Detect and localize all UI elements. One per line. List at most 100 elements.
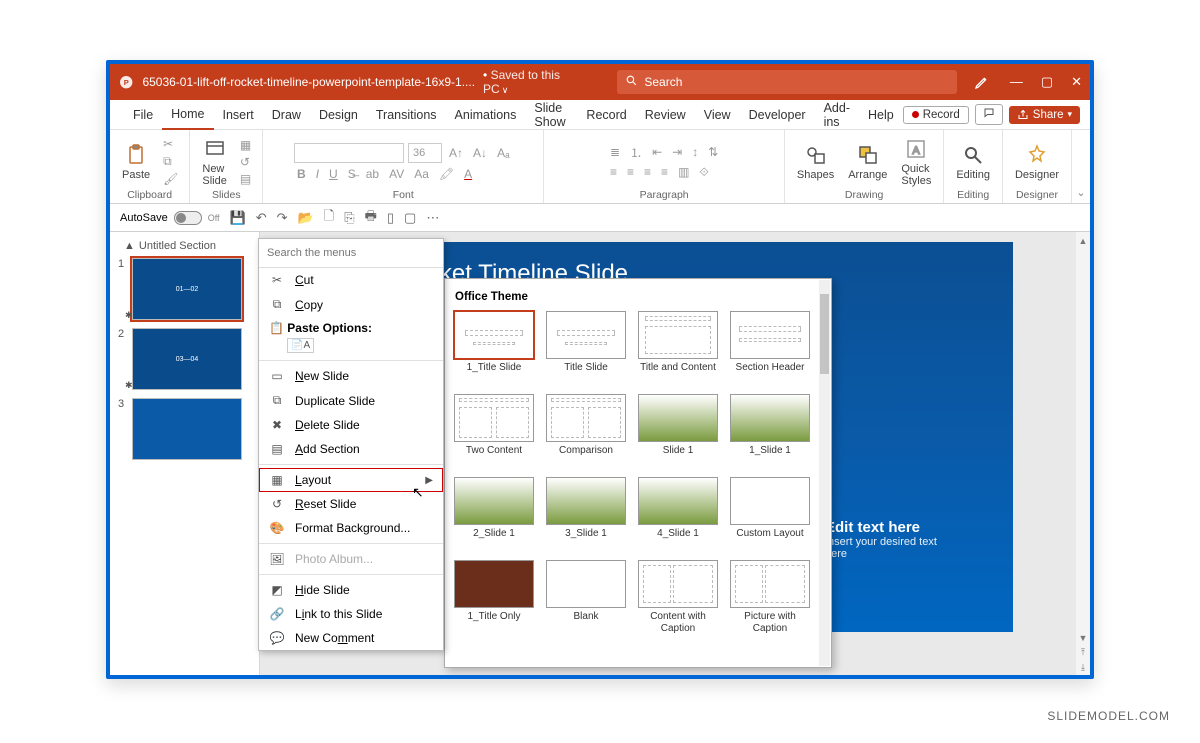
cut-icon[interactable]: ✂ <box>160 137 181 151</box>
layout-option[interactable]: Two Content <box>453 394 535 467</box>
tab-help[interactable]: Help <box>859 100 903 130</box>
record-button[interactable]: Record <box>903 106 969 124</box>
bold-button[interactable]: B <box>294 167 309 181</box>
spacing-icon[interactable]: AV <box>386 167 407 181</box>
layout-option[interactable]: Slide 1 <box>637 394 719 467</box>
layout-option[interactable]: 1_Title Slide <box>453 311 535 384</box>
pen-icon[interactable] <box>973 73 989 91</box>
layout-option[interactable]: Comparison <box>545 394 627 467</box>
italic-button[interactable]: I <box>313 167 322 181</box>
shadow-button[interactable]: ab <box>363 167 382 181</box>
search-input[interactable]: Search <box>617 70 957 94</box>
arrange-button[interactable]: Arrange <box>844 141 891 183</box>
bullets-icon[interactable]: ≣ <box>607 145 623 159</box>
scroll-up-icon[interactable]: ▲ <box>1079 236 1088 246</box>
tab-view[interactable]: View <box>695 100 740 130</box>
tab-developer[interactable]: Developer <box>740 100 815 130</box>
ctx-cut[interactable]: ✂Cut <box>259 268 443 292</box>
ctx-add-section[interactable]: ▤Add Section <box>259 437 443 461</box>
align-center-icon[interactable]: ≡ <box>624 165 637 179</box>
more-icon[interactable]: ⋯ <box>426 210 439 226</box>
undo-icon[interactable]: ↶ <box>256 210 267 226</box>
ctx-reset-slide[interactable]: ↺Reset Slide <box>259 492 443 516</box>
ctx-copy[interactable]: ⧉Copy <box>259 292 443 317</box>
autosave-toggle[interactable]: AutoSave Off <box>120 211 220 225</box>
save-icon[interactable]: 💾 <box>230 210 246 226</box>
redo-icon[interactable]: ↷ <box>277 210 288 226</box>
new-icon[interactable]: 🗋 <box>324 207 334 229</box>
vertical-scrollbar[interactable]: ▲ ▼ ⤒ ⤓ <box>1076 232 1090 677</box>
thumbnail-3[interactable] <box>132 398 242 460</box>
layout-option[interactable]: Blank <box>545 560 627 633</box>
reset-icon[interactable]: ↺ <box>237 155 254 169</box>
new-slide-button[interactable]: New Slide <box>198 135 230 189</box>
convert-smartart-icon[interactable]: ⟐ <box>696 165 711 180</box>
ctx-delete-slide[interactable]: ✖Delete Slide <box>259 413 443 437</box>
layout-option[interactable]: 2_Slide 1 <box>453 477 535 550</box>
numbering-icon[interactable]: ⒈ <box>627 144 645 161</box>
tab-insert[interactable]: Insert <box>214 100 263 130</box>
copy-icon[interactable]: ⧉ <box>160 154 181 169</box>
align-left-icon[interactable]: ≡ <box>607 165 620 179</box>
format-painter-icon[interactable]: 🖌 <box>160 172 181 186</box>
layout-option[interactable]: Title and Content <box>637 311 719 384</box>
font-size-input[interactable] <box>408 143 442 163</box>
align-right-icon[interactable]: ≡ <box>641 165 654 179</box>
tab-transitions[interactable]: Transitions <box>367 100 446 130</box>
clear-format-icon[interactable]: Aₐ <box>494 146 512 160</box>
tab-file[interactable]: File <box>124 100 162 130</box>
tab-animations[interactable]: Animations <box>446 100 526 130</box>
strike-button[interactable]: S̶ <box>345 167 359 181</box>
scroll-down-icon[interactable]: ▼ <box>1079 633 1088 643</box>
maximize-button[interactable]: ▢ <box>1041 74 1053 90</box>
tab-record[interactable]: Record <box>577 100 635 130</box>
layout-option[interactable]: 1_Title Only <box>453 560 535 633</box>
indent-dec-icon[interactable]: ⇤ <box>649 145 665 159</box>
tab-home[interactable]: Home <box>162 100 213 130</box>
thumbnail-2[interactable]: 03—04 ✱ <box>132 328 242 390</box>
layout-option[interactable]: Section Header <box>729 311 811 384</box>
layout-option[interactable]: Content with Caption <box>637 560 719 633</box>
font-name-input[interactable] <box>294 143 404 163</box>
minimize-button[interactable]: — <box>1010 74 1023 90</box>
decrease-font-icon[interactable]: A↓ <box>470 146 490 160</box>
line-spacing-icon[interactable]: ↕ <box>689 145 701 159</box>
layout-option[interactable]: 4_Slide 1 <box>637 477 719 550</box>
present-icon[interactable]: ▯ <box>387 210 394 226</box>
increase-font-icon[interactable]: A↑ <box>446 146 466 160</box>
paste-button[interactable]: Paste <box>118 141 154 183</box>
print-icon[interactable]: 🖶 <box>365 207 377 229</box>
layout-option[interactable]: 3_Slide 1 <box>545 477 627 550</box>
tab-slideshow[interactable]: Slide Show <box>525 100 577 130</box>
section-icon[interactable]: ▤ <box>237 172 254 186</box>
tab-design[interactable]: Design <box>310 100 367 130</box>
ctx-layout[interactable]: ▦Layout▶ <box>259 468 443 492</box>
shapes-button[interactable]: Shapes <box>793 141 838 183</box>
editing-button[interactable]: Editing <box>952 141 994 183</box>
from-begin-icon[interactable]: ▢ <box>404 210 416 226</box>
ctx-format-background[interactable]: 🎨Format Background... <box>259 516 443 540</box>
layout-icon[interactable]: ▦ <box>237 138 254 152</box>
thumbnail-1[interactable]: 01—02 ✱ <box>132 258 242 320</box>
flyout-scrollbar[interactable] <box>819 280 830 666</box>
layout-option[interactable]: Custom Layout <box>729 477 811 550</box>
prev-slide-icon[interactable]: ⤒ <box>1081 647 1085 658</box>
layout-option[interactable]: 1_Slide 1 <box>729 394 811 467</box>
qat-icon[interactable]: ⎘ <box>344 210 354 226</box>
comments-button[interactable] <box>975 104 1003 125</box>
share-button[interactable]: Share▾ <box>1009 106 1080 124</box>
justify-icon[interactable]: ≡ <box>658 165 671 179</box>
designer-button[interactable]: Designer <box>1011 141 1063 183</box>
ctx-duplicate-slide[interactable]: ⧉Duplicate Slide <box>259 388 443 413</box>
collapse-ribbon-icon[interactable]: ⌄ <box>1072 130 1090 203</box>
case-icon[interactable]: Aa <box>411 167 432 181</box>
paste-option-icon[interactable]: 📄A <box>287 338 314 353</box>
ctx-link-slide[interactable]: 🔗Link to this Slide <box>259 602 443 626</box>
quick-styles-button[interactable]: A Quick Styles <box>897 135 935 189</box>
tab-addins[interactable]: Add-ins <box>815 100 859 130</box>
tab-draw[interactable]: Draw <box>263 100 310 130</box>
indent-inc-icon[interactable]: ⇥ <box>669 145 685 159</box>
underline-button[interactable]: U <box>326 167 341 181</box>
text-dir-icon[interactable]: ⇅ <box>705 145 721 159</box>
next-slide-icon[interactable]: ⤓ <box>1081 662 1085 673</box>
